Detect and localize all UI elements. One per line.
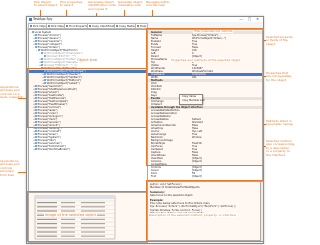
tree-row-label: Process("RuntimeBroker") [37,148,70,151]
property-row[interactable]: Font [Object] [148,175,262,178]
find-icon [66,24,69,28]
overlay-label-image: Image of the selected object [44,213,98,217]
callout-right-unavailable: Properties that are not available for th… [266,71,292,82]
property-value: [Object] [192,175,202,178]
callout-right-props: Selected property or fields of the objec… [266,35,293,46]
crosshair-icon [30,24,33,28]
overlay-label-filter: Filter properties and methods [193,30,234,33]
tree-row[interactable]: + Process("RuntimeBroker") [29,148,70,151]
overlay-label-object-tree: Object tree [76,58,99,62]
overlay-label-description: Description of the selected method, prop… [148,213,238,217]
callout-pick-object: Pick Object to select object [34,0,58,8]
overlay-properties [146,28,264,166]
window-title: TestApp Spy [33,17,53,21]
callout-copy-identification: Generates object identification code and… [88,0,116,11]
callout-left-bottom: Applications, windows and controls exclu… [0,159,20,177]
callout-right-description: Selected method also corresponding to a … [266,139,295,157]
callout-right-methods: Methods listed in parameter names [266,119,293,127]
callout-find-properties: Find properties to select [60,0,83,8]
app-icon [28,18,32,21]
callout-copy-metadata: Generate object metadata code [118,0,143,8]
copy-icon [116,24,119,28]
overlay-description [146,180,264,242]
callout-help: Navigate within and the help [146,0,170,8]
help-icon [137,24,140,28]
overlay-label-properties: Properties and methods of the selected o… [170,58,242,62]
property-name: Font [151,175,157,178]
copy-icon [89,24,92,28]
overlay-object-tree [27,68,147,128]
target-icon [48,24,51,28]
